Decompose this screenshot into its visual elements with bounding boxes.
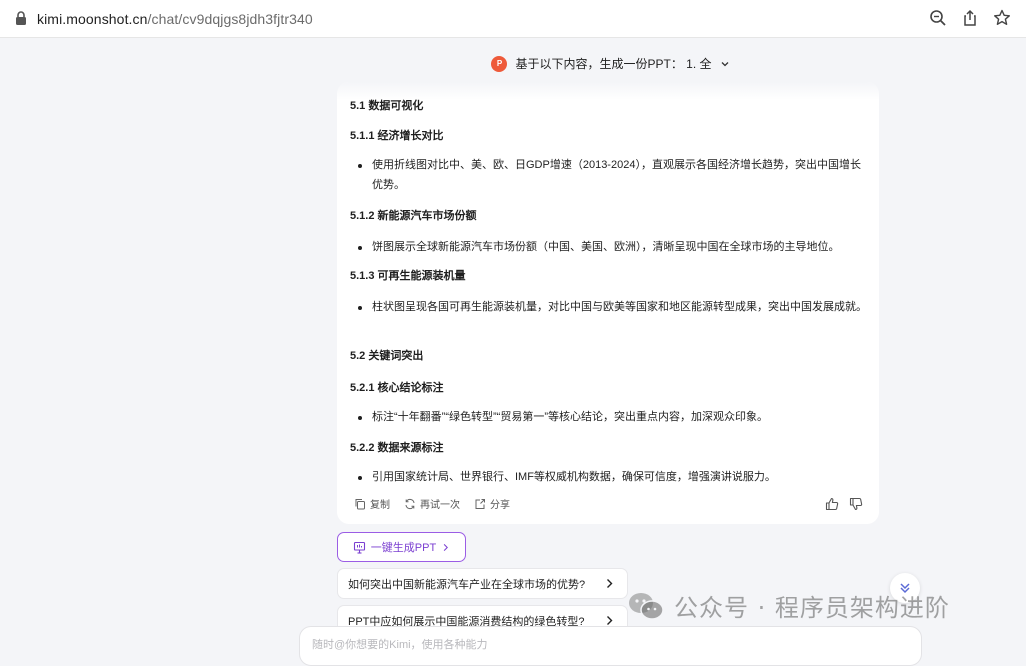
copy-icon — [355, 498, 365, 509]
assistant-message-card: 5.1 数据可视化 5.1.1 经济增长对比使用折线图对比中、美、欧、日GDP增速… — [337, 82, 879, 524]
chevron-down-icon — [721, 62, 728, 67]
chat-header: P 基于以下内容，生成一份PPT： 1. 全 — [0, 53, 1026, 73]
browser-actions — [928, 8, 1012, 28]
lock-icon — [15, 10, 27, 26]
generate-ppt-button[interactable]: 一键生成PPT — [337, 532, 466, 562]
watermark-text: 公众号 · 程序员架构进阶 — [674, 594, 950, 622]
rating-actions — [825, 497, 863, 511]
retry-button[interactable]: 再试一次 — [404, 496, 460, 511]
retry-label: 再试一次 — [420, 500, 460, 511]
chat-input[interactable] — [312, 636, 902, 654]
section-heading: 5.2.2 数据来源标注 — [350, 442, 444, 454]
bookmark-star-icon[interactable] — [992, 8, 1012, 28]
share-label: 分享 — [490, 500, 510, 511]
section-heading: 5.1.2 新能源汽车市场份额 — [350, 210, 477, 222]
section-heading: 5.1.1 经济增长对比 — [350, 130, 444, 142]
watermark: 公众号 · 程序员架构进阶 — [626, 588, 950, 623]
bullet-item: 标注“十年翻番”“绿色转型”“贸易第一”等核心结论，突出重点内容，加深观众印象。 — [350, 408, 870, 428]
share-button[interactable]: 分享 — [474, 496, 510, 511]
section-heading: 5.1 数据可视化 — [350, 100, 424, 112]
chat-title-button[interactable]: P 基于以下内容，生成一份PPT： 1. 全 — [491, 55, 729, 73]
bullet-item: 使用折线图对比中、美、欧、日GDP增速（2013-2024），直观展示各国经济增… — [350, 156, 870, 195]
url-host: kimi.moonshot.cn — [37, 11, 148, 27]
share-icon — [475, 498, 485, 509]
generate-ppt-label: 一键生成PPT — [370, 542, 437, 554]
chat-title: 基于以下内容，生成一份PPT： 1. 全 — [515, 57, 712, 71]
chevron-right-icon — [443, 543, 449, 551]
url-field[interactable]: kimi.moonshot.cn/chat/cv9dqjgs8jdh3fjtr3… — [37, 10, 313, 28]
bullet-item: 引用国家统计局、世界银行、IMF等权威机构数据，确保可信度，增强演讲说服力。 — [350, 468, 870, 488]
chevron-right-icon — [607, 616, 613, 625]
chat-page: P 基于以下内容，生成一份PPT： 1. 全 5.1 数据可视化 5.1.1 经济… — [0, 38, 1026, 666]
copy-button[interactable]: 复制 — [354, 496, 390, 511]
chevron-right-icon — [607, 579, 613, 588]
suggestion-text: 如何突出中国新能源汽车产业在全球市场的优势? — [348, 578, 586, 591]
zoom-icon[interactable] — [928, 8, 948, 28]
ppt-icon: P — [491, 56, 508, 72]
thumbs-up-icon[interactable] — [825, 497, 839, 511]
refresh-icon — [405, 498, 415, 509]
url-path: /chat/cv9dqjgs8jdh3fjtr340 — [147, 11, 313, 27]
bullet-item: 饼图展示全球新能源汽车市场份额（中国、美国、欧洲），清晰呈现中国在全球市场的主导… — [350, 238, 870, 258]
chat-input-box — [299, 626, 922, 666]
share-page-icon[interactable] — [960, 8, 980, 28]
message-actions: 复制 再试一次 分享 — [354, 496, 510, 511]
section-heading: 5.1.3 可再生能源装机量 — [350, 270, 466, 282]
presentation-icon — [353, 541, 365, 554]
bullet-item: 柱状图呈现各国可再生能源装机量，对比中国与欧美等国家和地区能源转型成果，突出中国… — [350, 298, 870, 318]
section-heading: 5.2.1 核心结论标注 — [350, 382, 444, 394]
thumbs-down-icon[interactable] — [849, 497, 863, 511]
suggestion-item[interactable]: 如何突出中国新能源汽车产业在全球市场的优势? — [337, 568, 628, 599]
browser-address-bar: kimi.moonshot.cn/chat/cv9dqjgs8jdh3fjtr3… — [0, 0, 1026, 38]
copy-label: 复制 — [370, 500, 390, 511]
wechat-icon — [629, 592, 664, 620]
section-heading: 5.2 关键词突出 — [350, 350, 424, 362]
